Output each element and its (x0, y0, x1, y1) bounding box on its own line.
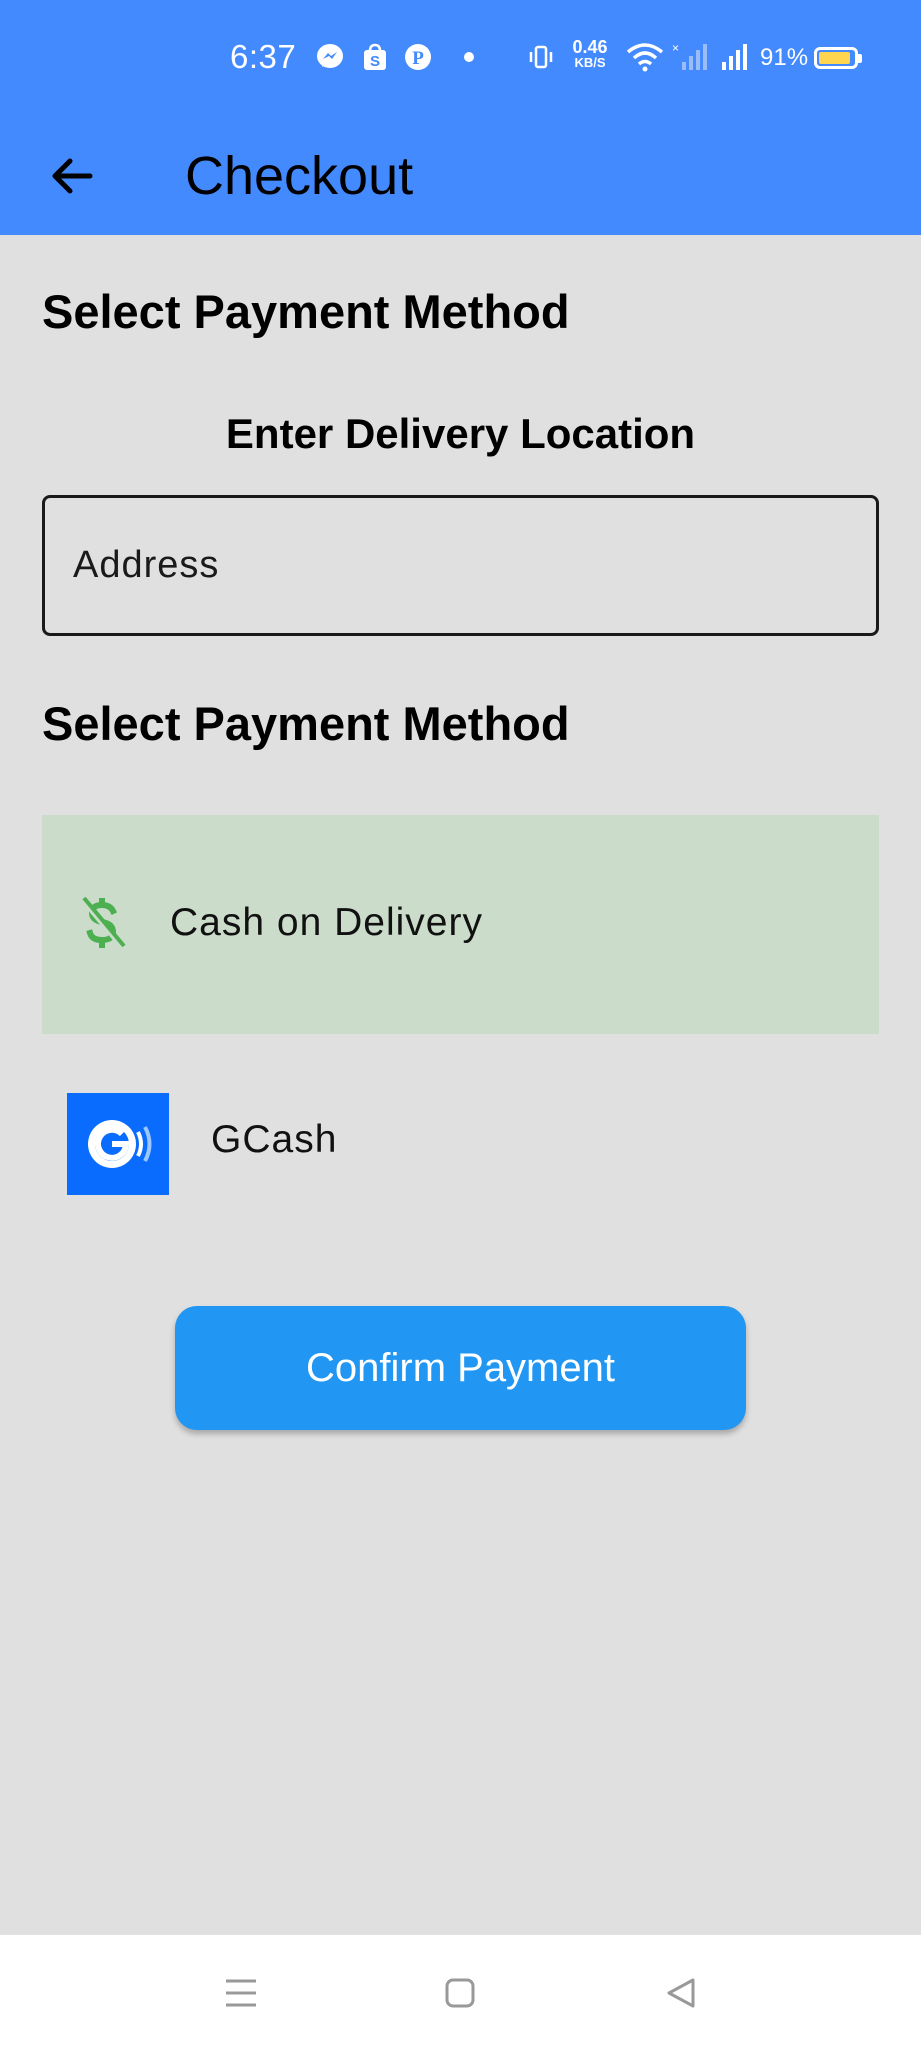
menu-icon[interactable] (211, 1963, 271, 2023)
checkout-screen: 6:37 S P 0.46 KB/S × 91% Checkout Select… (0, 0, 921, 2048)
dollar-icon (80, 896, 126, 950)
header: 6:37 S P 0.46 KB/S × 91% Checkout (0, 0, 921, 235)
payment-option-label: Cash on Delivery (170, 901, 483, 944)
network-speed-unit: KB/S (574, 55, 606, 70)
confirm-payment-button[interactable]: Confirm Payment (175, 1306, 746, 1430)
dot-icon (454, 42, 484, 72)
payment-option-label: GCash (211, 1118, 338, 1161)
signal-icon (716, 42, 756, 72)
messenger-icon (315, 42, 345, 72)
select-payment-heading: Select Payment Method (42, 697, 570, 750)
signal-no-service-icon: × (670, 42, 710, 72)
network-speed-value: 0.46 (572, 37, 608, 57)
shopee-icon: S (360, 42, 390, 72)
battery-percent: 91% (760, 44, 809, 71)
wifi-icon (625, 42, 665, 72)
home-icon[interactable] (430, 1963, 490, 2023)
back-button[interactable] (40, 144, 104, 208)
status-time: 6:37 (230, 38, 297, 75)
address-input[interactable] (42, 495, 879, 636)
network-speed: 0.46 KB/S (568, 37, 612, 70)
page-title: Checkout (185, 146, 414, 206)
delivery-location-title: Enter Delivery Location (225, 410, 696, 457)
status-bar: 6:37 S P 0.46 KB/S × 91% (0, 0, 921, 118)
vibrate-icon (526, 42, 556, 72)
svg-text:×: × (672, 42, 679, 55)
select-payment-heading-top: Select Payment Method (42, 285, 570, 338)
pinterest-icon: P (403, 42, 433, 72)
app-bar: Checkout (0, 118, 921, 235)
svg-text:P: P (412, 48, 424, 69)
back-icon[interactable] (651, 1963, 711, 2023)
arrow-left-icon (52, 158, 93, 194)
system-nav-bar (0, 1935, 921, 2048)
payment-option-gcash[interactable]: GCash (42, 1085, 879, 1205)
payment-option-cash-on-delivery[interactable]: Cash on Delivery (42, 815, 879, 1034)
battery-icon (814, 47, 862, 69)
svg-text:S: S (370, 53, 380, 70)
gcash-logo (67, 1093, 169, 1195)
